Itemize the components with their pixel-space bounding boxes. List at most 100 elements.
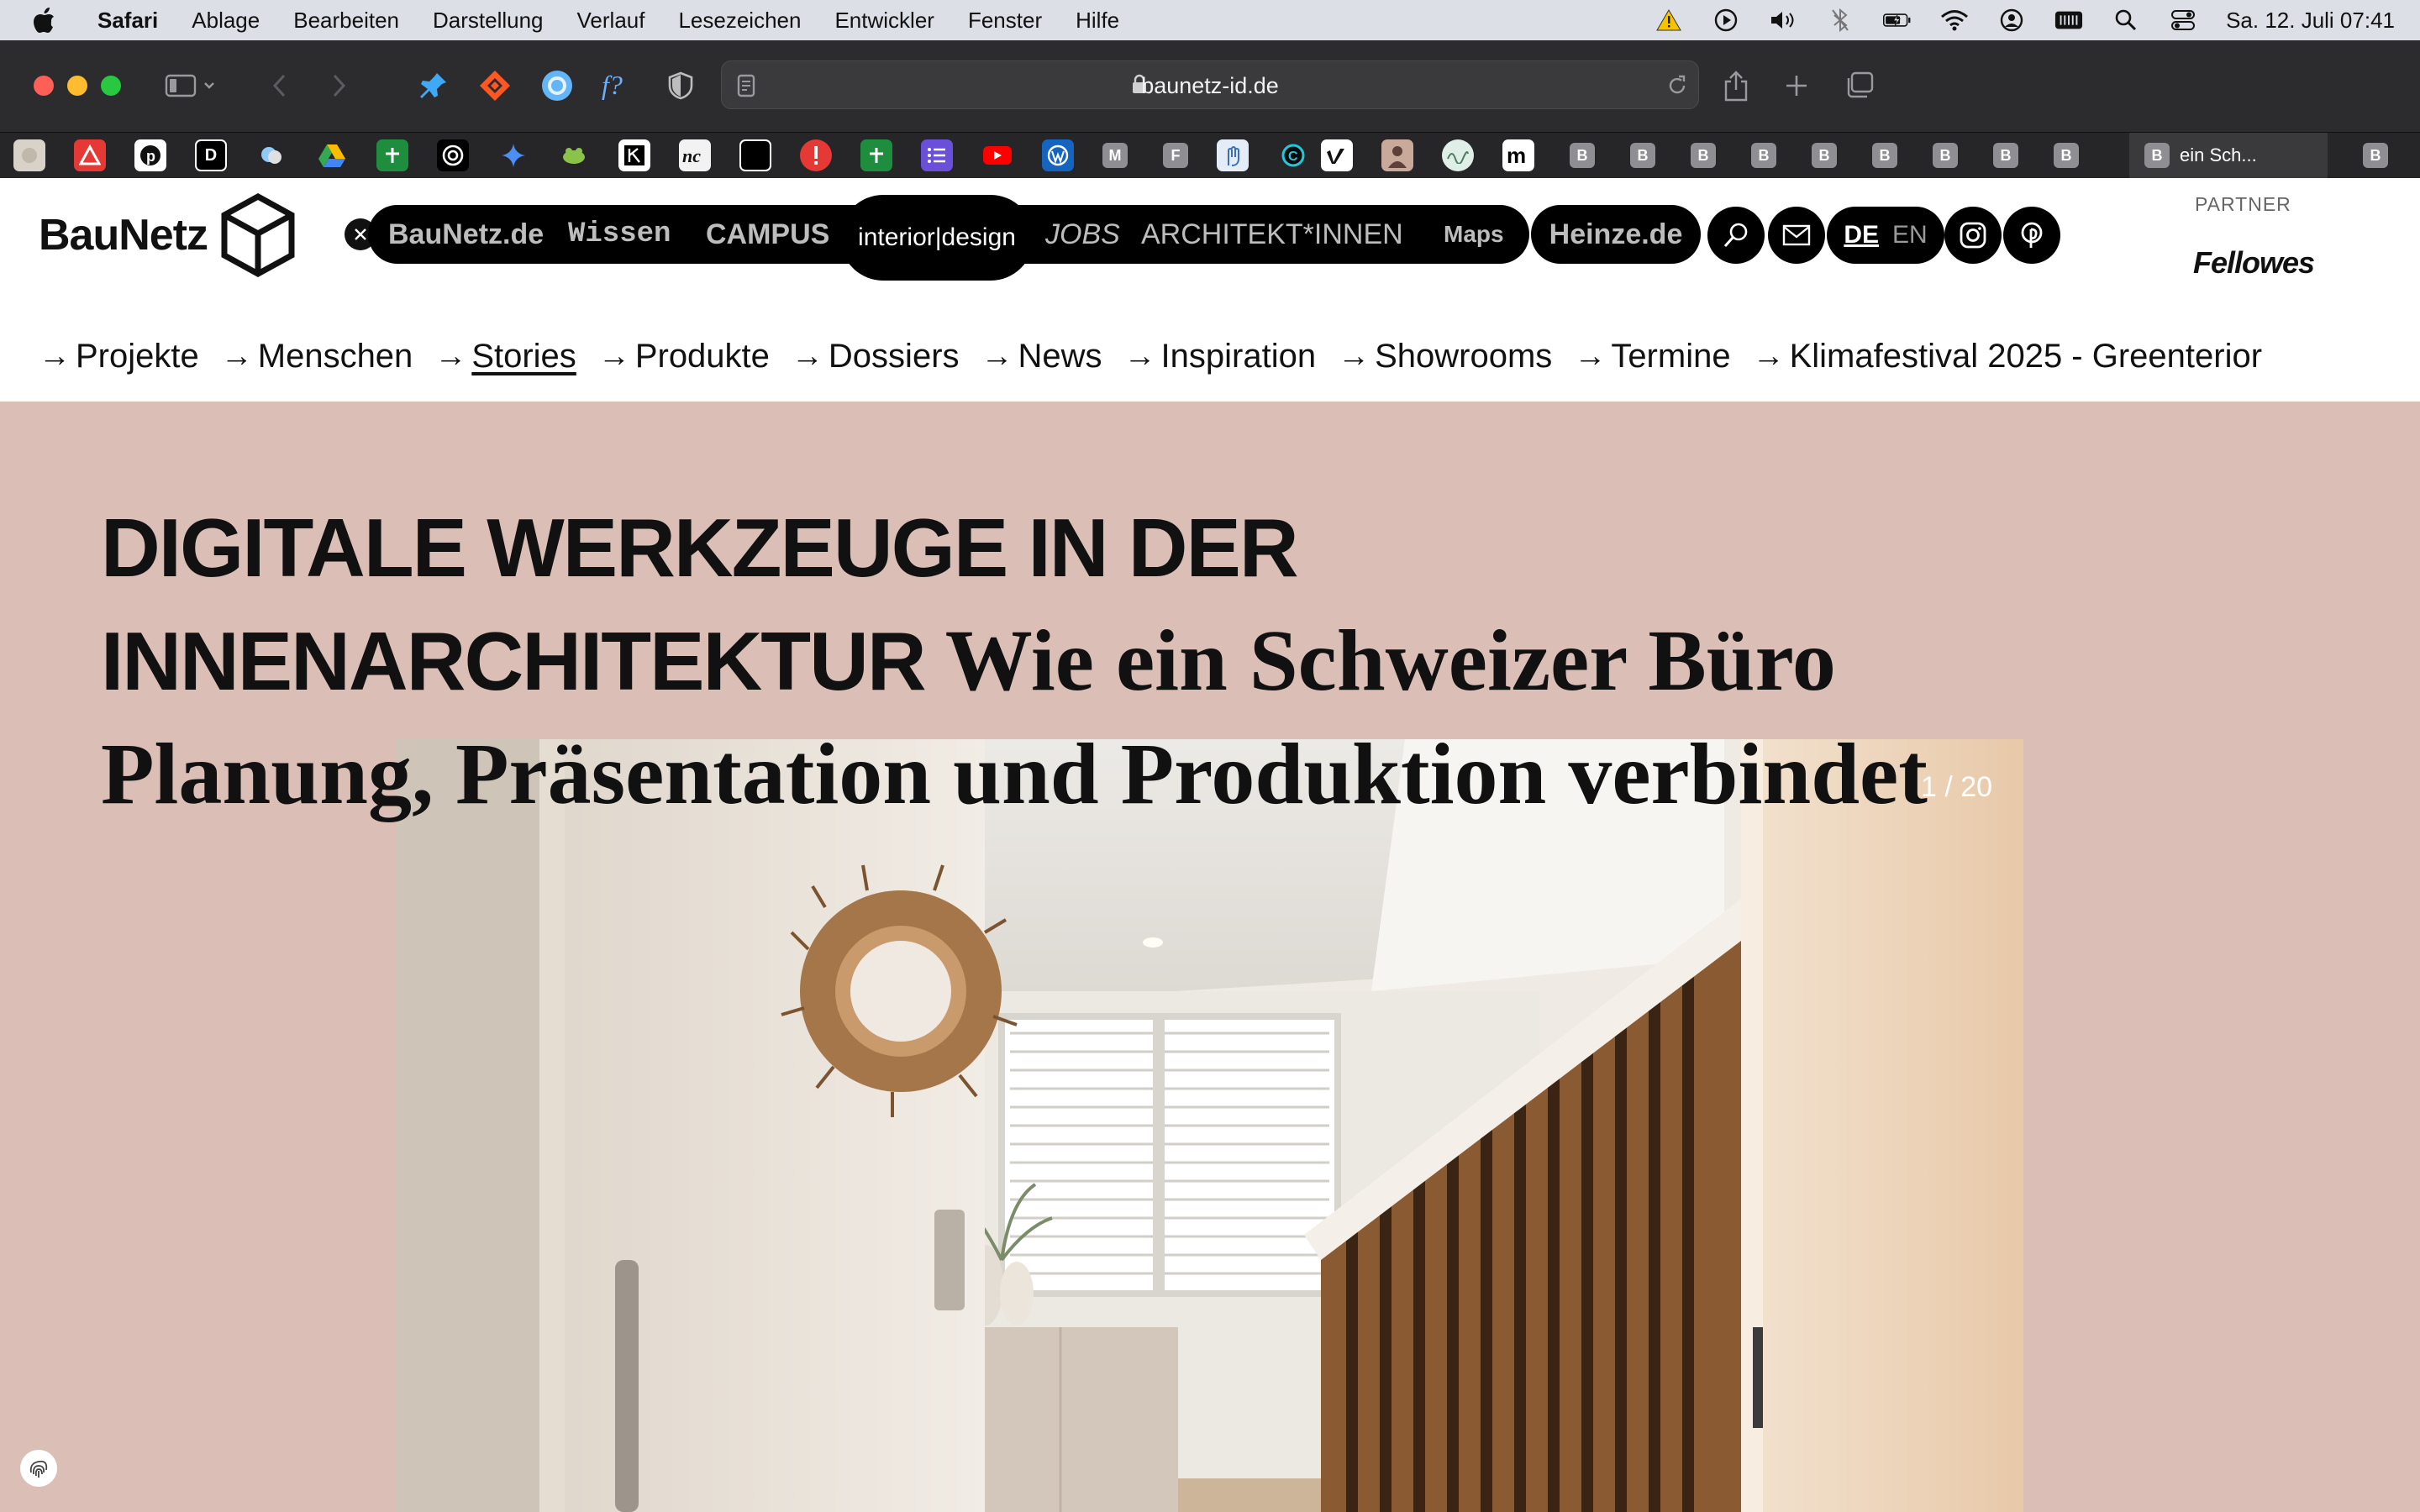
subnav-projekte[interactable]: → Projekte (39, 338, 199, 375)
favorite-youtube-icon[interactable] (981, 139, 1013, 171)
nav-architekt[interactable]: ARCHITEKT*INNEN (1141, 218, 1403, 251)
subnav-stories[interactable]: → Stories (434, 338, 576, 375)
nav-heinze[interactable]: Heinze.de (1531, 205, 1701, 264)
newsletter-mail-icon[interactable] (1768, 207, 1825, 264)
favorite-hand-icon[interactable] (1217, 139, 1249, 171)
menu-lesezeichen[interactable]: Lesezeichen (678, 8, 801, 34)
menu-hilfe[interactable]: Hilfe (1076, 8, 1119, 34)
favorite-list-icon[interactable] (921, 139, 953, 171)
favorite-cloud-icon[interactable] (255, 139, 287, 171)
wifi-icon[interactable] (1940, 8, 1969, 33)
nav-maps[interactable]: Maps (1444, 221, 1504, 248)
play-icon[interactable] (1712, 8, 1740, 33)
favorite-b8-icon[interactable]: B (1993, 143, 2018, 168)
menu-darstellung[interactable]: Darstellung (433, 8, 544, 34)
favorite-d-icon[interactable]: D (195, 139, 227, 171)
nav-interior-design[interactable]: interior|design (840, 195, 1034, 281)
favorite-sheets-icon[interactable] (376, 139, 408, 171)
subnav-showrooms[interactable]: → Showrooms (1338, 338, 1552, 375)
battery-icon[interactable] (1883, 8, 1912, 33)
brave-extension-icon[interactable] (476, 64, 514, 108)
window-zoom-button[interactable] (101, 76, 121, 96)
favorite-nc-icon[interactable]: nc (679, 139, 711, 171)
favorite-f-icon[interactable]: F (1163, 143, 1188, 168)
favorite-frog-icon[interactable] (558, 139, 590, 171)
favorite-vimeo-icon[interactable] (1321, 139, 1353, 171)
favorite-script-icon[interactable] (1442, 139, 1474, 171)
favorite-b7-icon[interactable]: B (1933, 143, 1958, 168)
volume-icon[interactable] (1769, 8, 1797, 33)
privacy-shield-icon[interactable] (664, 64, 697, 108)
pinterest-icon[interactable] (2003, 207, 2060, 264)
favorite-figure-icon[interactable] (618, 139, 650, 171)
keyboard-icon[interactable] (2054, 8, 2083, 33)
favorite-medium-icon[interactable]: m (1502, 139, 1534, 171)
apple-icon[interactable] (34, 8, 67, 33)
favorite-sheets2-icon[interactable] (860, 139, 892, 171)
subnav-inspiration[interactable]: → Inspiration (1124, 338, 1317, 375)
menubar-clock[interactable]: Sa. 12. Juli 07:41 (2226, 8, 2395, 34)
favorite-pinterest-icon[interactable]: p (134, 139, 166, 171)
favorite-avatar-icon[interactable] (1381, 139, 1413, 171)
active-tab[interactable]: B ein Sch... (2129, 133, 2328, 178)
partner-logo-fellowes[interactable]: Fellowes (2193, 245, 2315, 281)
function-extension-icon[interactable]: f? (598, 64, 640, 108)
reload-icon[interactable] (1666, 74, 1688, 97)
menu-ablage[interactable]: Ablage (192, 8, 260, 34)
subnav-news[interactable]: → News (981, 338, 1102, 375)
subnav-produkte[interactable]: → Produkte (598, 338, 770, 375)
nav-jobs[interactable]: JOBS (1045, 218, 1120, 251)
user-icon[interactable] (1997, 8, 2026, 33)
favorite-c-icon[interactable]: C (1277, 139, 1309, 171)
pin-extension-icon[interactable] (415, 64, 452, 108)
instagram-icon[interactable] (1944, 207, 2002, 264)
subnav-klimafestival[interactable]: → Klimafestival 2025 - Greenterior (1753, 338, 2262, 375)
favorite-note-icon[interactable] (13, 139, 45, 171)
favorite-b3-icon[interactable]: B (1691, 143, 1716, 168)
site-search-icon[interactable] (1707, 207, 1765, 264)
favorite-m-icon[interactable]: M (1102, 143, 1128, 168)
nav-campus[interactable]: CAMPUS (706, 218, 829, 251)
favorite-b5-icon[interactable]: B (1812, 143, 1837, 168)
subnav-dossiers[interactable]: → Dossiers (792, 338, 960, 375)
search-icon[interactable] (2112, 8, 2140, 33)
fingerprint-icon[interactable] (20, 1450, 57, 1487)
baunetz-logo[interactable]: BauNetz (39, 193, 297, 277)
lang-de[interactable]: DE (1844, 221, 1879, 249)
tab-overview-button[interactable] (1840, 64, 1877, 108)
favorite-triangle-icon[interactable] (74, 139, 106, 171)
favorite-b6-icon[interactable]: B (1872, 143, 1897, 168)
favorite-b10-icon[interactable]: B (2363, 143, 2388, 168)
menu-app-safari[interactable]: Safari (97, 8, 158, 34)
favorite-wordpress-icon[interactable] (1042, 139, 1074, 171)
favorite-b1-icon[interactable]: B (1570, 143, 1595, 168)
menu-fenster[interactable]: Fenster (968, 8, 1042, 34)
back-button[interactable] (266, 64, 294, 108)
favorite-b2-icon[interactable]: B (1630, 143, 1655, 168)
address-bar[interactable]: baunetz-id.de (721, 60, 1699, 109)
lang-en[interactable]: EN (1892, 221, 1928, 249)
favorite-b9-icon[interactable]: B (2054, 143, 2079, 168)
subnav-termine[interactable]: → Termine (1574, 338, 1730, 375)
sidebar-toggle-button[interactable] (161, 64, 220, 108)
menu-entwickler[interactable]: Entwickler (834, 8, 934, 34)
nav-wissen[interactable]: Wissen (568, 218, 671, 250)
subnav-menschen[interactable]: → Menschen (221, 338, 413, 375)
gallery-hero-image[interactable] (397, 739, 2023, 1512)
favorite-b4-icon[interactable]: B (1751, 143, 1776, 168)
forward-button[interactable] (324, 64, 353, 108)
nav-baunetz[interactable]: BauNetz.de (388, 218, 544, 251)
share-button[interactable] (1718, 64, 1754, 108)
window-minimize-button[interactable] (67, 76, 87, 96)
favorite-gemini-icon[interactable] (497, 139, 529, 171)
menu-bearbeiten[interactable]: Bearbeiten (293, 8, 399, 34)
favorite-alert-icon[interactable] (800, 139, 832, 171)
favorite-square-icon[interactable] (739, 139, 771, 171)
menu-verlauf[interactable]: Verlauf (577, 8, 645, 34)
new-tab-button[interactable] (1780, 64, 1813, 108)
warning-icon[interactable] (1655, 8, 1683, 33)
window-close-button[interactable] (34, 76, 54, 96)
extension-circle-icon[interactable] (538, 64, 576, 108)
favorite-openai-icon[interactable] (437, 139, 469, 171)
favorite-drive-icon[interactable] (316, 139, 348, 171)
